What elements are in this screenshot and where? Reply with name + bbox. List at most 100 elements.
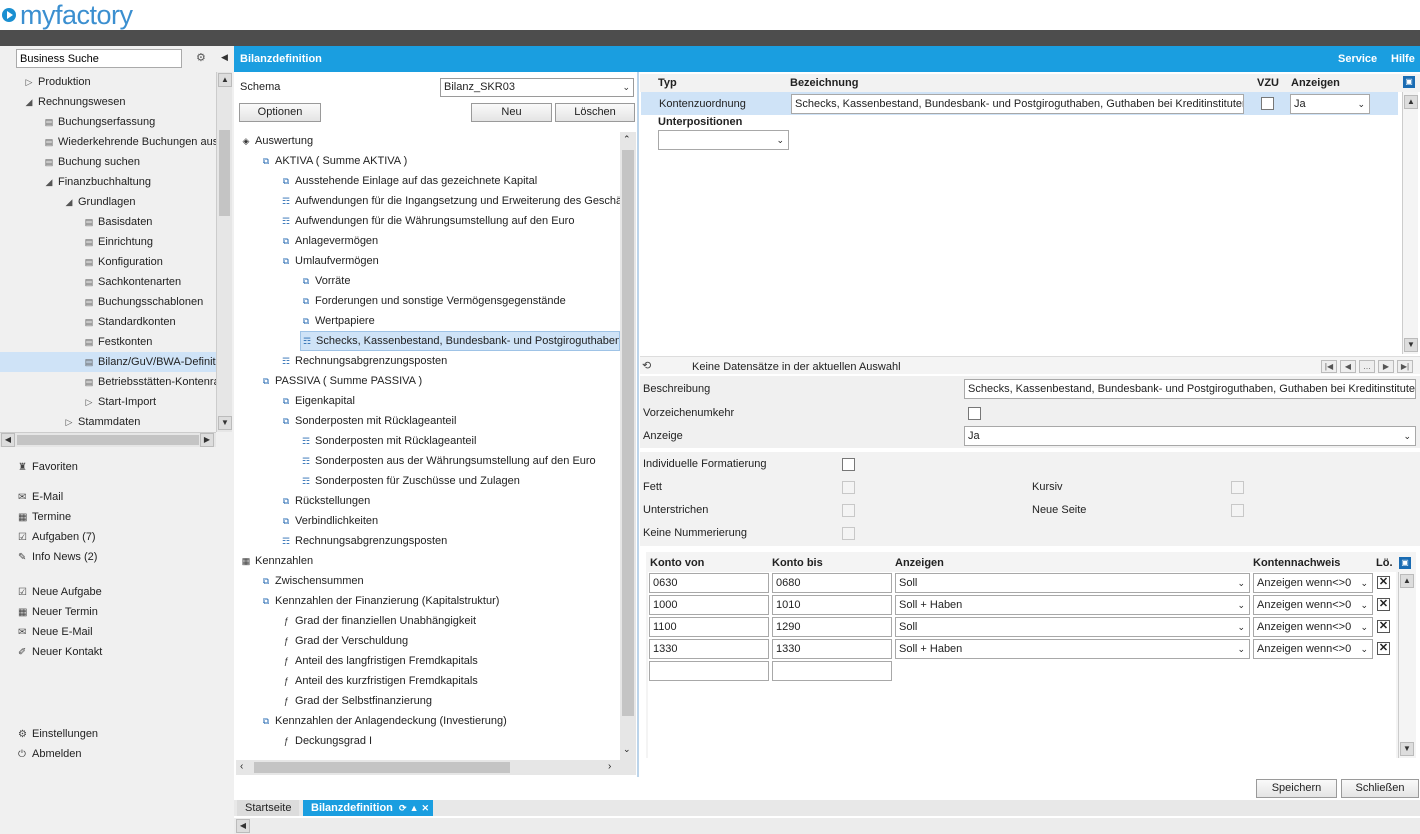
tree-node[interactable]: ☶ Rechnungsabgrenzungsposten (280, 531, 620, 551)
scroll-left-icon[interactable]: ◀ (1, 433, 15, 447)
save-button[interactable]: Speichern (1256, 779, 1337, 798)
accounts-scrollbar[interactable]: ▲ ▼ (1398, 572, 1414, 758)
scroll-down-icon[interactable]: ▼ (1400, 742, 1414, 756)
tree-node[interactable]: ⧉ Ausstehende Einlage auf das gezeichnete… (280, 171, 620, 191)
sidebar-item[interactable]: ▤ Einrichtung (0, 232, 216, 252)
refresh-icon[interactable]: ⟲ (642, 359, 651, 372)
sidebar-item[interactable]: ▤ Konfiguration (0, 252, 216, 272)
delete-row-icon[interactable]: ✕ (1377, 620, 1390, 633)
new-page-checkbox[interactable] (1231, 504, 1244, 517)
grid-export-icon[interactable]: ▣ (1403, 76, 1415, 88)
row-anzeigen-select[interactable]: Ja ⌄ (1290, 94, 1370, 114)
sidebar-item[interactable]: ▷ Stammdaten (0, 412, 216, 432)
sidebar-item[interactable]: ◢ Grundlagen (0, 192, 216, 212)
sidebar-item[interactable]: ▤ Sachkontenarten (0, 272, 216, 292)
konto-von-input[interactable]: 1000 (649, 595, 769, 615)
tree-node[interactable]: ⧉ Umlaufvermögen (280, 251, 620, 271)
delete-button[interactable]: Löschen (555, 103, 635, 122)
kontennachweis-select[interactable]: Anzeigen wenn<>0 ⌄ (1253, 573, 1373, 593)
hscroll-thumb[interactable] (17, 435, 199, 445)
sidebar-item[interactable]: ▷ Produktion (0, 72, 216, 92)
anzeigen-select[interactable]: Soll + Haben ⌄ (895, 595, 1250, 615)
delete-row-icon[interactable]: ✕ (1377, 576, 1390, 589)
italic-checkbox[interactable] (1231, 481, 1244, 494)
tree-node[interactable]: ƒ Anteil des langfristigen Fremdkapitals (280, 651, 620, 671)
tree-node[interactable]: ⧉ AKTIVA ( Summe AKTIVA ) (260, 151, 620, 171)
tab-bilanzdefinition[interactable]: Bilanzdefinition ⟳ ▲ ✕ (303, 800, 434, 816)
scroll-down-icon[interactable]: ▼ (218, 416, 232, 430)
anzeigen-select[interactable]: Soll ⌄ (895, 617, 1250, 637)
tree-node[interactable]: ◈ Auswertung (240, 131, 620, 151)
tab-up-icon[interactable]: ▲ (410, 803, 419, 813)
konto-bis-input[interactable]: 0680 (772, 573, 892, 593)
new-konto-von-input[interactable] (649, 661, 769, 681)
tree-node[interactable]: ⧉ Forderungen und sonstige Vermögensgegen… (300, 291, 620, 311)
tree-node[interactable]: ▦ Kennzahlen (240, 551, 620, 571)
sidebar-item[interactable]: ▤ Betriebsstätten-Kontenra (0, 372, 216, 392)
sidebar-item[interactable]: ▤ Buchungsschablonen (0, 292, 216, 312)
options-button[interactable]: Optionen (239, 103, 321, 122)
sidebar-item[interactable]: ▷ Start-Import (0, 392, 216, 412)
scroll-down-icon[interactable]: ⌄ (623, 744, 631, 755)
tree-node[interactable]: ☶ Sonderposten mit Rücklageanteil (300, 431, 620, 451)
collapse-left-icon[interactable]: ◀ (221, 52, 228, 63)
new-konto-bis-input[interactable] (772, 661, 892, 681)
tree-node[interactable]: ☶ Sonderposten für Zuschüsse und Zulagen (300, 471, 620, 491)
tree-node[interactable]: ⧉ Wertpapiere (300, 311, 620, 331)
sidebar-item[interactable]: ▤ Standardkonten (0, 312, 216, 332)
sidebar-item[interactable]: ▤ Basisdaten (0, 212, 216, 232)
info-news-link[interactable]: ✎ Info News (2) (18, 547, 97, 567)
row-vzu-checkbox[interactable] (1261, 97, 1274, 110)
konto-bis-input[interactable]: 1010 (772, 595, 892, 615)
bottom-scrollbar[interactable]: ◀ (234, 818, 1420, 834)
sidebar-item[interactable]: ◢ Finanzbuchhaltung (0, 172, 216, 192)
sidebar-item[interactable]: ▤ Buchung suchen (0, 152, 216, 172)
tree-node[interactable]: ⧉ Zwischensummen (260, 571, 620, 591)
scroll-left-icon[interactable]: ◀ (236, 819, 250, 833)
scroll-thumb[interactable] (219, 130, 230, 216)
next-page-icon[interactable]: ▶ (1378, 360, 1394, 373)
last-page-icon[interactable]: ▶| (1397, 360, 1413, 373)
new-button[interactable]: Neu (471, 103, 552, 122)
calendar-link[interactable]: ▦ Termine (18, 507, 71, 527)
anzeigen-select[interactable]: Soll + Haben ⌄ (895, 639, 1250, 659)
tasks-link[interactable]: ☑ Aufgaben (7) (18, 527, 96, 547)
konto-von-input[interactable]: 1330 (649, 639, 769, 659)
konto-von-input[interactable]: 0630 (649, 573, 769, 593)
tree-scroll-thumb[interactable] (622, 150, 634, 716)
sidebar-item[interactable]: ▤ Buchungserfassung (0, 112, 216, 132)
tab-startseite[interactable]: Startseite (237, 800, 300, 816)
scroll-up-icon[interactable]: ▲ (218, 73, 232, 87)
tab-close-icon[interactable]: ✕ (422, 803, 430, 813)
tree-node[interactable]: ⧉ Anlagevermögen (280, 231, 620, 251)
tree-node[interactable]: ⧉ Verbindlichkeiten (280, 511, 620, 531)
scroll-left-icon[interactable]: ‹ (240, 761, 243, 772)
accounts-export-icon[interactable]: ▣ (1399, 557, 1411, 569)
tree-node[interactable]: ⧉ Sonderposten mit Rücklageanteil (280, 411, 620, 431)
grid-vertical-scrollbar[interactable]: ▲ ▼ (1402, 92, 1418, 354)
close-button[interactable]: Schließen (1341, 779, 1419, 798)
tree-node[interactable]: ☶ Rechnungsabgrenzungsposten (280, 351, 620, 371)
scroll-right-icon[interactable]: › (608, 761, 611, 772)
help-link[interactable]: Hilfe (1391, 53, 1415, 65)
konto-bis-input[interactable]: 1330 (772, 639, 892, 659)
tree-node[interactable]: ƒ Grad der finanziellen Unabhängigkeit (280, 611, 620, 631)
row-bezeichnung-input[interactable]: Schecks, Kassenbestand, Bundesbank- und … (791, 94, 1244, 114)
new-contact-link[interactable]: ✐ Neuer Kontakt (18, 642, 102, 662)
tree-horizontal-scrollbar[interactable]: ‹ › (236, 760, 636, 775)
tree-node[interactable]: ⧉ PASSIVA ( Summe PASSIVA ) (260, 371, 620, 391)
tab-refresh-icon[interactable]: ⟳ (399, 803, 407, 813)
no-numbering-checkbox[interactable] (842, 527, 855, 540)
underline-checkbox[interactable] (842, 504, 855, 517)
kontennachweis-select[interactable]: Anzeigen wenn<>0 ⌄ (1253, 639, 1373, 659)
tree-hscroll-thumb[interactable] (254, 762, 510, 773)
new-appointment-link[interactable]: ▦ Neuer Termin (18, 602, 98, 622)
tree-node[interactable]: ƒ Deckungsgrad I (280, 731, 620, 751)
tree-node[interactable]: ƒ Grad der Verschuldung (280, 631, 620, 651)
new-email-link[interactable]: ✉ Neue E-Mail (18, 622, 93, 642)
vorzeichen-checkbox[interactable] (968, 407, 981, 420)
indiv-format-checkbox[interactable] (842, 458, 855, 471)
bold-checkbox[interactable] (842, 481, 855, 494)
service-link[interactable]: Service (1338, 53, 1377, 65)
scroll-down-icon[interactable]: ▼ (1404, 338, 1418, 352)
